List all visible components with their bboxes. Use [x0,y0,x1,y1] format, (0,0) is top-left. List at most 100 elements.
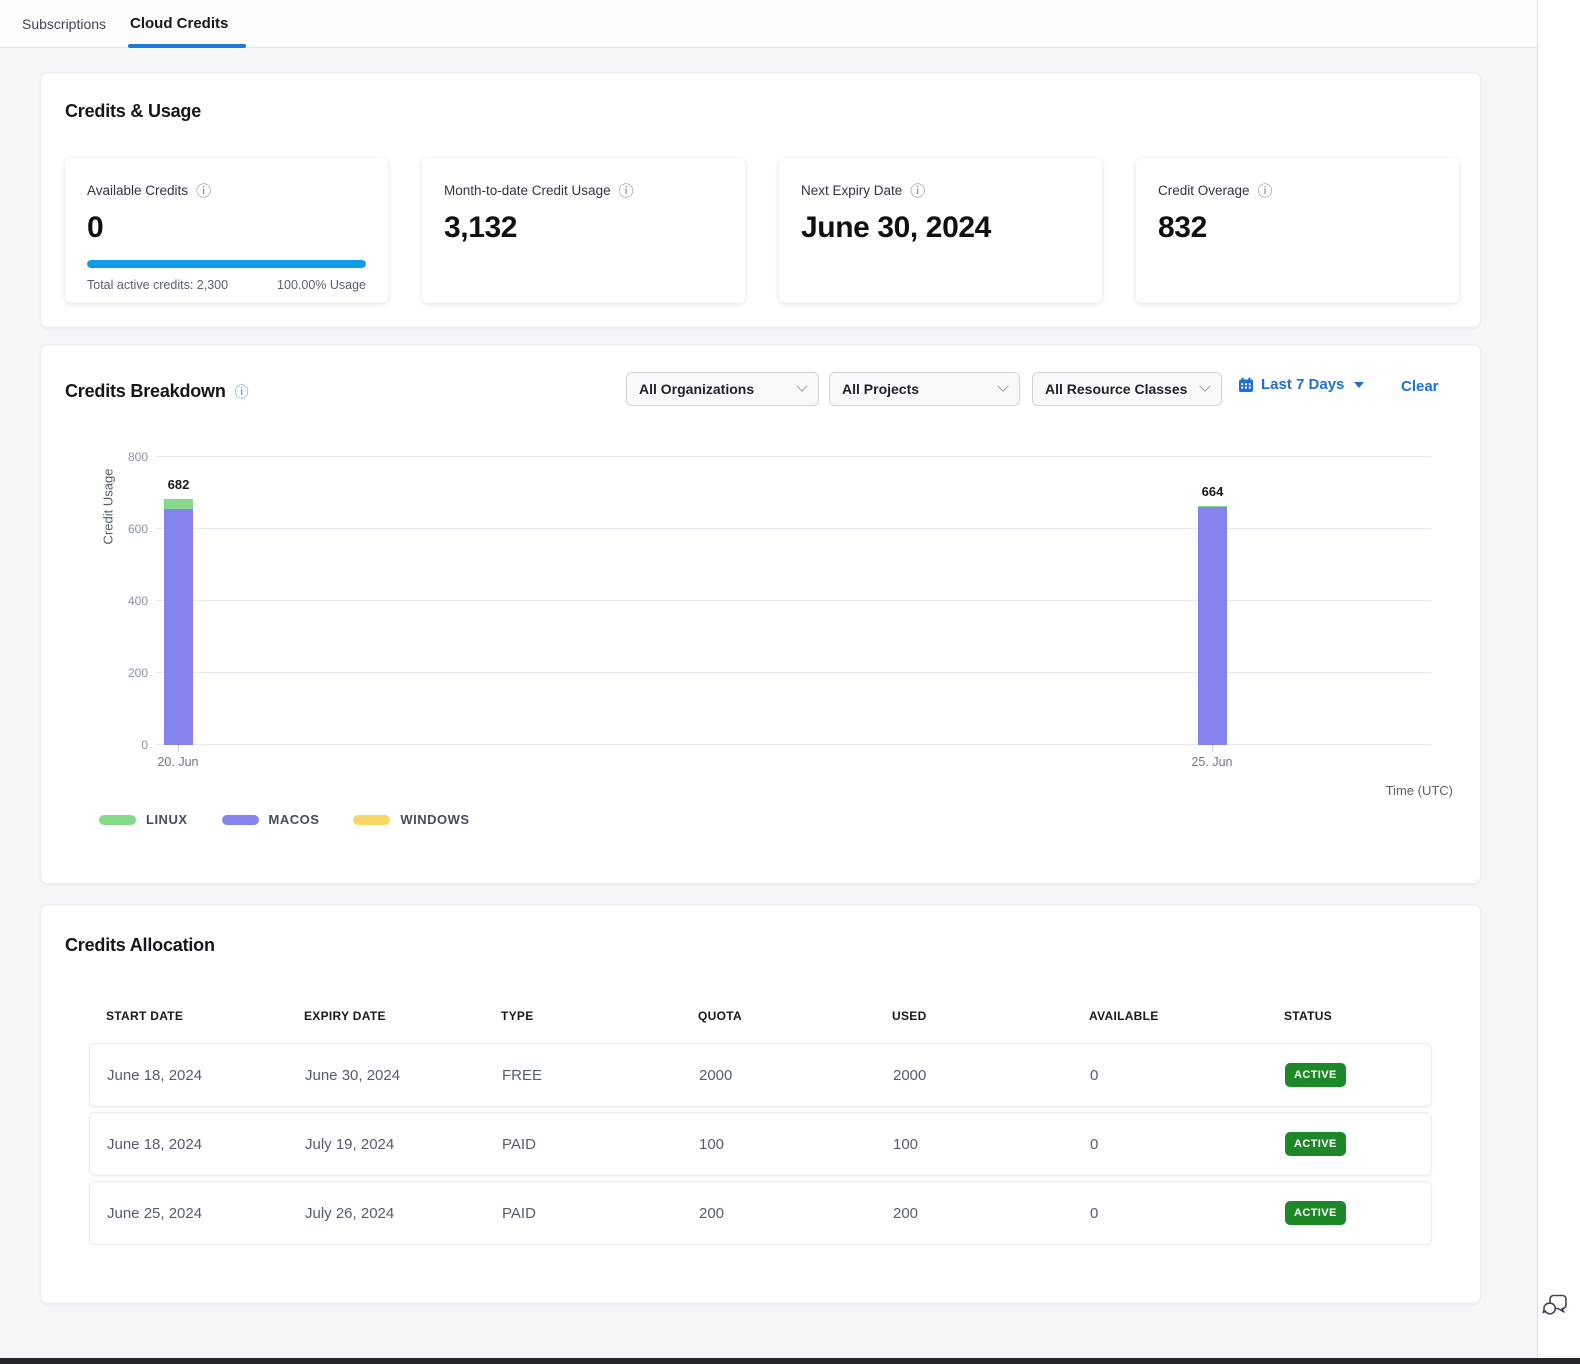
col-used: USED [875,1009,1072,1023]
gridline [156,600,1431,601]
active-tab-indicator [128,44,246,48]
support-chat-button[interactable] [1539,1289,1571,1321]
cell-status: ACTIVE [1268,1201,1431,1225]
credit-overage-value: 832 [1158,211,1437,245]
y-tick-label: 600 [100,522,148,536]
organizations-filter[interactable]: All Organizations [626,372,819,406]
legend-label: LINUX [146,812,188,827]
col-expiry-date: EXPIRY DATE [287,1009,484,1023]
available-credits-label-row: Available Credits ⓘ [87,180,366,201]
credit-usage-progress [87,260,366,268]
credits-usage-panel: Credits & Usage Available Credits ⓘ 0 To… [40,72,1481,328]
cell-quota: 2000 [682,1067,876,1084]
col-status: STATUS [1267,1009,1432,1023]
projects-filter[interactable]: All Projects [829,372,1020,406]
status-badge: ACTIVE [1285,1201,1346,1225]
stacked-bar[interactable]: 664 [1198,506,1227,745]
y-tick-label: 800 [100,450,148,464]
bar-segment-linux [164,499,193,509]
cell-used: 100 [876,1136,1073,1153]
bar-segment-macos [1198,507,1227,745]
cell-start-date: June 25, 2024 [90,1205,288,1222]
cell-status: ACTIVE [1268,1063,1431,1087]
cell-available: 0 [1073,1067,1268,1084]
usage-percent: 100.00% Usage [277,278,366,292]
col-available: AVAILABLE [1072,1009,1267,1023]
col-start-date: START DATE [89,1009,287,1023]
cell-quota: 100 [682,1136,876,1153]
x-tick [178,745,179,752]
y-axis-title: Credit Usage [101,452,116,562]
legend-item-windows[interactable]: WINDOWS [353,812,469,827]
tab-cloud-credits[interactable]: Cloud Credits [130,0,228,48]
credit-overage-label-row: Credit Overage ⓘ [1158,180,1437,201]
chart-legend: LINUX MACOS WINDOWS [99,812,470,827]
info-icon[interactable]: ⓘ [1258,180,1273,201]
gridline [156,672,1431,673]
y-tick-label: 0 [100,738,148,752]
cell-quota: 200 [682,1205,876,1222]
allocation-table-body: June 18, 2024June 30, 2024FREE200020000A… [89,1043,1432,1250]
cell-expiry-date: July 26, 2024 [288,1205,485,1222]
info-icon[interactable]: ⓘ [619,180,634,201]
gridline [156,744,1431,745]
x-tick [1212,745,1213,752]
status-badge: ACTIVE [1285,1132,1346,1156]
date-range-picker[interactable]: Last 7 Days [1238,376,1364,393]
credits-breakdown-title: Credits Breakdown [65,381,226,402]
available-credits-label: Available Credits [87,183,188,198]
bar-total-label: 664 [1202,484,1224,499]
cell-type: PAID [485,1205,682,1222]
chevron-down-icon [997,381,1008,392]
caret-down-icon [1354,382,1364,388]
window-bottom-edge [0,1358,1580,1364]
legend-swatch [353,815,390,825]
info-icon[interactable]: ⓘ [910,180,925,201]
bar-total-label: 682 [168,477,190,492]
cell-used: 2000 [876,1067,1073,1084]
next-expiry-label-row: Next Expiry Date ⓘ [801,180,1080,201]
info-icon[interactable]: ⓘ [196,180,211,201]
legend-swatch [99,815,136,825]
table-row: June 18, 2024July 19, 2024PAID1001000ACT… [89,1112,1432,1176]
x-axis-title: Time (UTC) [1386,783,1453,798]
cloud-credits-page: Subscriptions Cloud Credits Credits & Us… [0,0,1580,1364]
tab-bar: Subscriptions Cloud Credits [0,0,1537,48]
status-badge: ACTIVE [1285,1063,1346,1087]
next-expiry-value: June 30, 2024 [801,211,1080,245]
credits-usage-title: Credits & Usage [65,101,201,122]
mtd-usage-value: 3,132 [444,211,723,245]
tab-subscriptions[interactable]: Subscriptions [22,0,106,48]
cell-status: ACTIVE [1268,1132,1431,1156]
legend-item-macos[interactable]: MACOS [222,812,320,827]
credit-overage-label: Credit Overage [1158,183,1250,198]
gridline [156,456,1431,457]
mtd-usage-card: Month-to-date Credit Usage ⓘ 3,132 [422,158,745,303]
credits-breakdown-panel: Credits Breakdown ⓘ All Organizations Al… [40,344,1481,884]
cell-available: 0 [1073,1136,1268,1153]
y-tick-label: 200 [100,666,148,680]
col-type: TYPE [484,1009,681,1023]
info-icon[interactable]: ⓘ [235,382,249,402]
right-gutter [1537,0,1580,1358]
next-expiry-label: Next Expiry Date [801,183,902,198]
table-row: June 18, 2024June 30, 2024FREE200020000A… [89,1043,1432,1107]
mtd-usage-label-row: Month-to-date Credit Usage ⓘ [444,180,723,201]
stacked-bar[interactable]: 682 [164,499,193,745]
legend-label: MACOS [269,812,320,827]
cell-start-date: June 18, 2024 [90,1136,288,1153]
cell-type: FREE [485,1067,682,1084]
credits-breakdown-title-row: Credits Breakdown ⓘ [65,381,248,402]
total-active-credits: Total active credits: 2,300 [87,278,228,292]
chevron-down-icon [1199,381,1210,392]
chart-plot: Credit Usage Time (UTC) LINUXMACOSWINDOW… [156,457,1431,745]
credit-usage-progress-fill [87,260,366,268]
legend-item-linux[interactable]: LINUX [99,812,188,827]
cell-expiry-date: June 30, 2024 [288,1067,485,1084]
cell-available: 0 [1073,1205,1268,1222]
cell-expiry-date: July 19, 2024 [288,1136,485,1153]
resource-classes-filter[interactable]: All Resource Classes [1032,372,1222,406]
clear-filters-button[interactable]: Clear [1401,378,1439,395]
credits-allocation-panel: Credits Allocation START DATE EXPIRY DAT… [40,904,1481,1304]
table-row: June 25, 2024July 26, 2024PAID2002000ACT… [89,1181,1432,1245]
